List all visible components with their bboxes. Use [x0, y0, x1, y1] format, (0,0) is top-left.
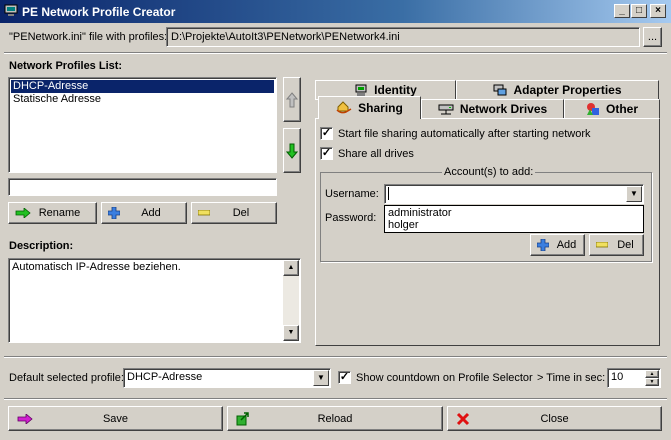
time-label: > Time in sec: [537, 372, 606, 384]
tab-adapter-properties[interactable]: Adapter Properties [456, 80, 659, 99]
plus-icon [537, 239, 549, 251]
ini-path-text: D:\Projekte\AutoIt3\PENetwork\PENetwork4… [171, 31, 400, 43]
delete-account-button[interactable]: Del [589, 234, 644, 256]
default-profile-label: Default selected profile: [9, 372, 124, 384]
delete-account-label: Del [617, 239, 634, 251]
minus-icon [198, 210, 210, 216]
bottom-separator [4, 356, 667, 358]
time-value: 10 [611, 371, 624, 383]
arrow-up-icon [286, 91, 298, 107]
tab-other[interactable]: Other [564, 99, 660, 118]
move-up-button[interactable] [283, 77, 301, 122]
close-window-button[interactable]: × [650, 4, 666, 18]
description-scrollbar[interactable]: ▲ ▼ [283, 260, 299, 341]
scroll-down-arrow-icon[interactable]: ▼ [283, 325, 299, 341]
close-button[interactable]: Close [447, 406, 662, 431]
list-item-dhcp[interactable]: DHCP-Adresse [11, 80, 274, 93]
browse-button-label: ... [647, 31, 658, 43]
rename-label: Rename [38, 207, 81, 219]
arrow-right-icon [17, 413, 33, 424]
default-profile-select[interactable]: DHCP-Adresse ▼ [123, 368, 331, 388]
default-profile-value: DHCP-Adresse [127, 371, 203, 383]
list-item-static[interactable]: Statische Adresse [11, 93, 274, 106]
spinner-buttons[interactable]: ▲ ▼ [645, 370, 659, 386]
tab-identity-label: Identity [374, 83, 417, 97]
spin-up-icon[interactable]: ▲ [645, 370, 659, 378]
add-profile-button[interactable]: Add [101, 202, 187, 224]
description-textarea[interactable]: Automatisch IP-Adresse beziehen. ▲ ▼ [8, 258, 301, 343]
arrow-right-icon [15, 208, 31, 218]
maximize-button[interactable]: □ [631, 4, 647, 18]
username-dropdown-list[interactable]: administrator holger [384, 205, 644, 233]
accounts-group-title: Account(s) to add: [442, 166, 536, 178]
title-bar[interactable]: PE Network Profile Creator _ □ × [0, 0, 671, 23]
tab-other-label: Other [605, 102, 638, 116]
username-combobox[interactable]: ▼ [384, 184, 644, 204]
scroll-up-arrow-icon[interactable]: ▲ [283, 260, 299, 276]
countdown-label: Show countdown on Profile Selector [356, 372, 533, 384]
minimize-button[interactable]: _ [614, 4, 630, 18]
chevron-down-icon[interactable]: ▼ [313, 370, 329, 386]
profile-name-input[interactable] [8, 178, 277, 196]
shapes-icon [586, 103, 599, 115]
description-text: Automatisch IP-Adresse beziehen. [12, 261, 181, 273]
reload-button[interactable]: Reload [227, 406, 443, 431]
window-title: PE Network Profile Creator [22, 5, 176, 19]
tab-network-drives-label: Network Drives [459, 102, 548, 116]
time-spinner[interactable]: 10 ▲ ▼ [607, 368, 661, 388]
username-label: Username: [325, 188, 379, 200]
profiles-heading: Network Profiles List: [9, 60, 123, 72]
tab-sharing-label: Sharing [358, 101, 403, 115]
plus-icon [108, 207, 120, 219]
username-dropdown-icon[interactable]: ▼ [626, 186, 642, 202]
arrow-down-icon [286, 143, 298, 159]
rename-button[interactable]: Rename [8, 202, 97, 224]
browse-button[interactable]: ... [643, 27, 662, 47]
share-all-checkbox[interactable]: ✓ [320, 147, 333, 160]
sharing-hand-icon [336, 101, 352, 114]
description-heading: Description: [9, 240, 74, 252]
dropdown-option-holger[interactable]: holger [385, 219, 643, 232]
delete-profile-label: Del [232, 207, 250, 219]
close-icon [456, 412, 470, 425]
dropdown-option-administrator[interactable]: administrator [385, 206, 643, 219]
active-tab-joint [319, 117, 420, 120]
footer-separator [4, 398, 667, 400]
countdown-checkbox[interactable]: ✓ [338, 371, 351, 384]
tab-network-drives[interactable]: Network Drives [421, 99, 564, 118]
file-label: "PENetwork.ini" file with profiles: [9, 31, 168, 43]
reload-icon [236, 411, 249, 425]
spin-down-icon[interactable]: ▼ [645, 378, 659, 386]
password-label: Password: [325, 212, 377, 224]
add-account-button[interactable]: Add [530, 234, 585, 256]
close-label: Close [540, 412, 569, 425]
save-label: Save [102, 412, 129, 425]
network-drive-icon [438, 104, 454, 114]
add-profile-label: Add [141, 207, 161, 219]
computer-icon [355, 84, 367, 96]
tab-adapter-properties-label: Adapter Properties [513, 83, 622, 97]
network-adapter-icon [493, 84, 507, 95]
share-all-label: Share all drives [338, 148, 414, 160]
minus-icon [596, 242, 608, 248]
add-account-label: Add [556, 239, 577, 251]
text-caret [388, 187, 389, 200]
move-down-button[interactable] [283, 128, 301, 173]
auto-share-label: Start file sharing automatically after s… [338, 128, 591, 140]
reload-label: Reload [317, 412, 353, 425]
profiles-list[interactable]: DHCP-Adresse Statische Adresse [8, 77, 277, 173]
top-separator [4, 52, 667, 54]
delete-profile-button[interactable]: Del [191, 202, 277, 224]
auto-share-checkbox[interactable]: ✓ [320, 127, 333, 140]
save-button[interactable]: Save [8, 406, 223, 431]
tab-sharing[interactable]: Sharing [318, 96, 421, 119]
network-computer-icon [4, 4, 18, 16]
ini-path-field[interactable]: D:\Projekte\AutoIt3\PENetwork\PENetwork4… [166, 27, 640, 47]
